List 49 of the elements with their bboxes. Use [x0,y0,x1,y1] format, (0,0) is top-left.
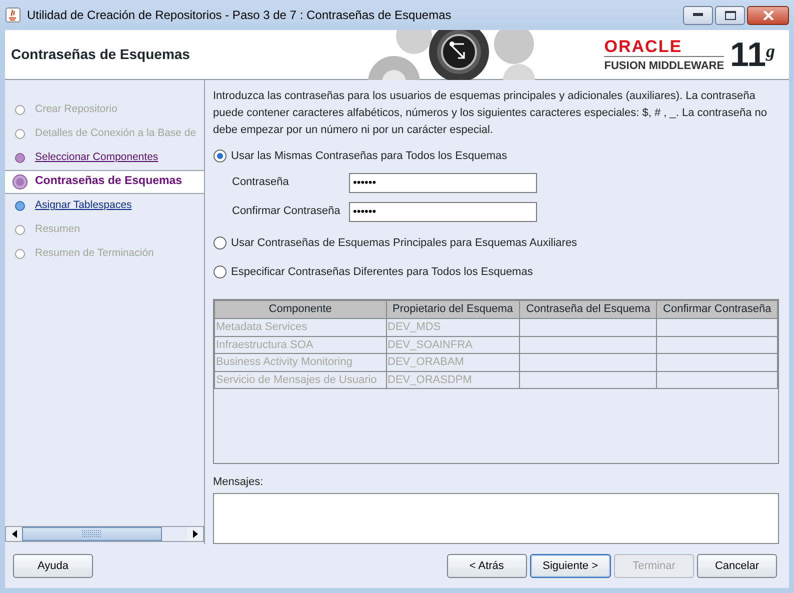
page-title: Contraseñas de Esquemas [10,45,190,64]
minimize-button[interactable] [683,6,713,24]
radio-button[interactable] [213,265,227,279]
field-label: Contraseña [232,175,290,190]
table-cell: DEV_SOAINFRA [386,336,520,354]
maximize-button[interactable] [715,6,745,24]
step-link[interactable]: Asignar Tablespaces [35,198,132,214]
close-button[interactable] [747,6,789,24]
dialog-button[interactable]: < Atrás [446,554,527,578]
table-cell: Servicio de Mensajes de Usuario [214,371,386,388]
field-label: Confirmar Contraseña [232,204,342,220]
scroll-left-button[interactable] [6,527,22,541]
maximize-icon [724,10,736,20]
radio-button[interactable] [213,149,227,163]
horizontal-scrollbar[interactable] [5,526,204,542]
table-cell: DEV_ORASDPM [386,371,520,388]
table-cell: DEV_ORABAM [386,354,520,371]
java-icon [5,7,21,23]
radio-label[interactable]: Especificar Contraseñas Diferentes para Todos los Esquemas [231,264,533,280]
table-cell: Infraestructura SOA [214,336,386,354]
table-cell: DEV_MDS [386,318,520,336]
password-field[interactable]: •••••• [349,202,537,222]
logo-version: 11$^{g}$ [730,38,775,72]
left-arrow-icon [12,530,16,538]
scroll-thumb[interactable] [22,527,162,541]
dialog-button[interactable]: Ayuda [13,554,93,578]
dialog-button[interactable]: Cancelar [697,554,777,578]
step-label: Contraseñas de Esquemas [35,174,182,190]
table-cell: Metadata Services [214,318,386,336]
step-label: Resumen [35,222,80,238]
close-icon [762,10,774,20]
dialog-button[interactable]: Siguiente > [530,554,611,578]
table-cell: Business Activity Monitoring [214,354,386,371]
window-title: Utilidad de Creación de Repositorios - Paso 3 de 7 : Contraseñas de Esquemas [27,7,452,24]
instructions-text: Introduzca las contraseñas para los usuarios de esquemas principales y adicionales (auxiliares). La contraseña puede contener caracteres alfabéticos, números y los siguientes caracteres especiales: $, # , _. La contraseña no debe empezar por un número ni por un carácter especial. [213,89,768,138]
radio-label[interactable]: Usar las Mismas Contraseñas para Todos los Esquemas [231,148,508,164]
step-label: Resumen de Terminación [35,246,154,262]
minimize-icon [693,13,703,17]
logo-brand: ORACLE [604,38,682,56]
step-label: Crear Repositorio [35,102,118,118]
right-arrow-icon [192,530,198,538]
messages-label: Mensajes: [213,474,264,490]
password-field[interactable]: •••••• [349,172,537,192]
scroll-right-button[interactable] [187,527,203,541]
radio-button[interactable] [213,236,227,250]
radio-label[interactable]: Usar Contraseñas de Esquemas Principales para Esquemas Auxiliares [231,234,578,252]
step-link[interactable]: Seleccionar Componentes [35,150,158,166]
step-label: Detalles de Conexión a la Base de [35,126,196,142]
logo-product: FUSION MIDDLEWARE [604,56,724,72]
